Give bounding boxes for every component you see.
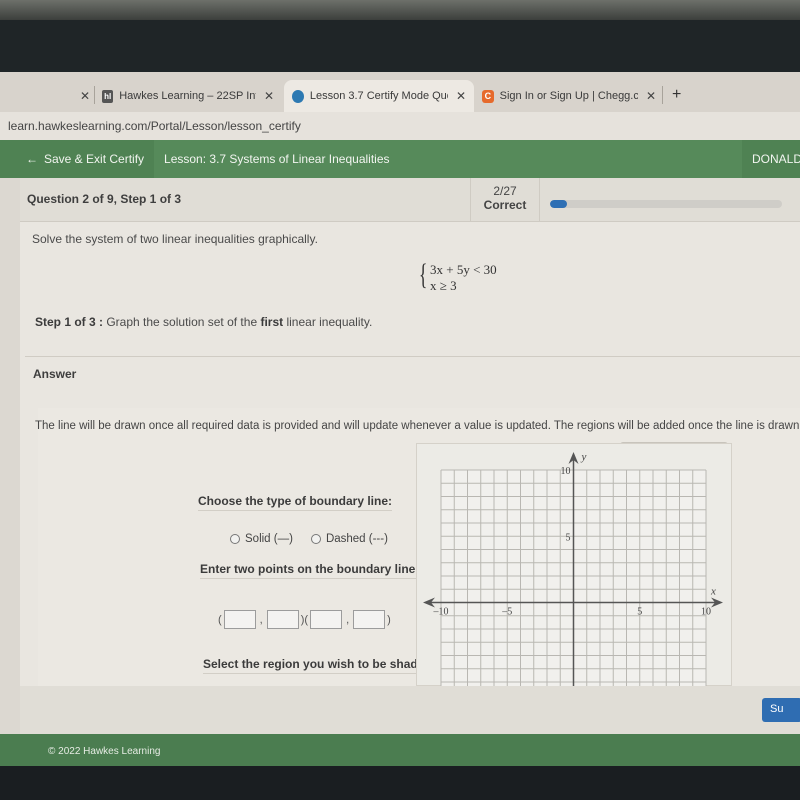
url-text[interactable]: learn.hawkeslearning.com/Portal/Lesson/l… xyxy=(8,119,301,133)
hawkes-logo-icon: hl xyxy=(102,89,114,103)
point2-y-input[interactable] xyxy=(353,610,386,629)
close-icon[interactable]: ✕ xyxy=(80,89,90,103)
close-icon[interactable]: ✕ xyxy=(264,89,274,103)
monitor-bezel-bottom xyxy=(0,766,800,800)
comma: , xyxy=(259,613,263,626)
radio-circle-icon[interactable] xyxy=(310,534,321,544)
y-tick-label: 10 xyxy=(561,466,571,477)
x-tick-label: –10 xyxy=(433,607,449,618)
y-tick-label: 5 xyxy=(566,532,571,543)
step-instruction: Step 1 of 3 : Graph the solution set of … xyxy=(35,315,372,329)
back-arrow-icon: ← xyxy=(26,152,38,166)
comma: , xyxy=(346,613,350,626)
copyright: © 2022 Hawkes Learning xyxy=(48,746,161,757)
tab-lesson-certify[interactable]: Lesson 3.7 Certify Mode Quest ✕ xyxy=(284,80,474,112)
address-bar[interactable]: learn.hawkeslearning.com/Portal/Lesson/l… xyxy=(0,112,800,140)
chegg-icon: C xyxy=(482,89,494,103)
bottom-strip xyxy=(20,686,800,734)
progress-fill xyxy=(550,200,568,208)
tab-separator xyxy=(662,86,663,104)
step-text: Graph the solution set of the xyxy=(103,315,261,329)
divider xyxy=(25,356,800,357)
inequality-2: x ≥ 3 xyxy=(430,278,457,293)
boundary-type-options: Solid (—) Dashed (---) xyxy=(230,533,388,545)
tab-hawkes-learning[interactable]: hl Hawkes Learning – 22SP Interm ✕ xyxy=(94,80,282,112)
score-box: 2/27 Correct xyxy=(470,178,540,222)
tab-chegg[interactable]: C Sign In or Sign Up | Chegg.com ✕ xyxy=(474,80,664,112)
step-prefix: Step 1 of 3 : xyxy=(35,315,104,329)
user-name: DONALD xyxy=(752,152,800,166)
x-tick-label: 5 xyxy=(637,607,642,618)
question-prompt: Solve the system of two linear inequalit… xyxy=(32,232,318,246)
x-tick-label: 10 xyxy=(701,607,711,618)
radio-solid-label: Solid (—) xyxy=(245,533,293,545)
radio-dashed[interactable]: Dashed (---) xyxy=(310,533,388,545)
brace-symbol: { xyxy=(418,258,428,291)
radio-solid[interactable]: Solid (—) xyxy=(230,533,293,545)
points-input-group: ( , )( , ) xyxy=(218,610,391,629)
footer: © 2022 Hawkes Learning xyxy=(0,734,800,766)
browser-tab-bar: ✕ hl Hawkes Learning – 22SP Interm ✕ Les… xyxy=(0,72,800,112)
coordinate-plane[interactable]: x y –10 –5 5 10 10 5 xyxy=(417,444,733,687)
tab-title: Sign In or Sign Up | Chegg.com xyxy=(499,90,638,102)
answer-panel: The line will be drawn once all required… xyxy=(35,408,800,687)
tab-title: Lesson 3.7 Certify Mode Quest xyxy=(309,90,448,102)
question-counter: Question 2 of 9, Step 1 of 3 xyxy=(27,192,182,206)
boundary-type-label: Choose the type of boundary line: xyxy=(198,494,393,511)
save-exit-label: Save & Exit Certify xyxy=(44,152,145,166)
score-fraction: 2/27 xyxy=(493,184,517,198)
progress-bar xyxy=(550,200,782,208)
step-text-end: linear inequality. xyxy=(283,315,373,329)
monitor-bezel-top xyxy=(0,0,800,20)
paren-between: )( xyxy=(300,613,309,626)
save-exit-button[interactable]: ← Save & Exit Certify xyxy=(0,140,155,178)
tab-title: Hawkes Learning – 22SP Interm xyxy=(119,90,256,102)
point2-x-input[interactable] xyxy=(310,610,343,629)
close-icon[interactable]: ✕ xyxy=(646,89,656,103)
tab-previous[interactable]: ✕ xyxy=(64,80,98,112)
question-header: Question 2 of 9, Step 1 of 3 2/27 Correc… xyxy=(20,178,800,222)
score-label: Correct xyxy=(483,198,527,212)
answer-heading: Answer xyxy=(33,367,77,381)
hawkes-bird-icon xyxy=(292,89,304,103)
y-axis-label: y xyxy=(581,451,587,463)
inequality-1: 3x + 5y < 30 xyxy=(430,262,497,277)
x-tick-label: –5 xyxy=(501,607,512,618)
point1-y-input[interactable] xyxy=(266,610,299,629)
paren-close: ) xyxy=(387,613,391,626)
question-card: Question 2 of 9, Step 1 of 3 2/27 Correc… xyxy=(20,178,800,734)
app-header: ← Save & Exit Certify Lesson: 3.7 System… xyxy=(0,140,800,178)
radio-dashed-label: Dashed (---) xyxy=(325,533,388,545)
page-body: Question 2 of 9, Step 1 of 3 2/27 Correc… xyxy=(0,178,800,734)
graph-area[interactable]: x y –10 –5 5 10 10 5 xyxy=(416,443,733,687)
lesson-title: Lesson: 3.7 Systems of Linear Inequaliti… xyxy=(164,152,390,166)
region-label: Select the region you wish to be shaded: xyxy=(203,657,436,674)
point1-x-input[interactable] xyxy=(223,610,256,629)
user-menu[interactable]: DONALD xyxy=(742,140,800,178)
points-label: Enter two points on the boundary line: xyxy=(200,562,420,579)
monitor-bezel xyxy=(0,20,800,72)
new-tab-button[interactable]: + xyxy=(672,86,681,104)
x-axis-label: x xyxy=(710,586,716,598)
close-icon[interactable]: ✕ xyxy=(456,89,466,103)
step-emphasis: first xyxy=(260,315,284,329)
submit-button[interactable]: Su xyxy=(762,698,800,722)
radio-circle-icon[interactable] xyxy=(230,534,240,544)
paren-open: ( xyxy=(218,613,222,626)
info-text: The line will be drawn once all required… xyxy=(35,420,800,432)
